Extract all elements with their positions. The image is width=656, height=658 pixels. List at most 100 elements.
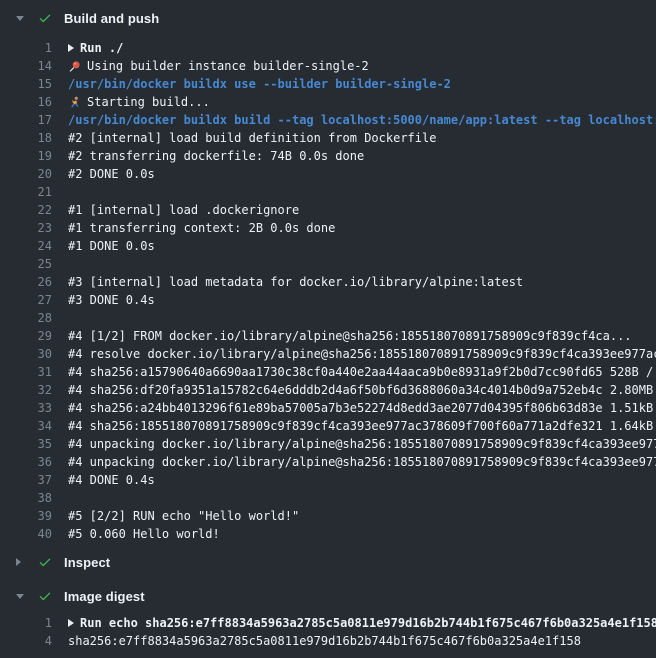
line-number[interactable]: 30 bbox=[0, 345, 52, 363]
line-content bbox=[52, 255, 656, 273]
line-text: #4 unpacking docker.io/library/alpine@sh… bbox=[68, 453, 656, 471]
line-number[interactable]: 36 bbox=[0, 453, 52, 471]
line-content: #3 [internal] load metadata for docker.i… bbox=[52, 273, 656, 291]
line-text: Starting build... bbox=[87, 93, 210, 111]
line-text: #4 sha256:a24bb4013296f61e89ba57005a7b3e… bbox=[68, 399, 656, 417]
step-title: Image digest bbox=[64, 589, 145, 604]
line-content: #3 DONE 0.4s bbox=[52, 291, 656, 309]
line-text: #1 DONE 0.0s bbox=[68, 237, 155, 255]
step-header-inspect[interactable]: Inspect bbox=[0, 552, 656, 572]
expand-group-icon[interactable] bbox=[68, 619, 74, 627]
line-text: #2 [internal] load build definition from… bbox=[68, 129, 436, 147]
line-text: Run ./ bbox=[80, 39, 123, 57]
line-content: #4 sha256:a24bb4013296f61e89ba57005a7b3e… bbox=[52, 399, 656, 417]
line-content: #1 transferring context: 2B 0.0s done bbox=[52, 219, 656, 237]
line-text: #4 unpacking docker.io/library/alpine@sh… bbox=[68, 435, 656, 453]
log-line: 26 #3 [internal] load metadata for docker… bbox=[0, 273, 656, 291]
line-content: #1 [internal] load .dockerignore bbox=[52, 201, 656, 219]
line-number[interactable]: 14 bbox=[0, 57, 52, 75]
line-text: #3 [internal] load metadata for docker.i… bbox=[68, 273, 523, 291]
step-title: Build and push bbox=[64, 11, 159, 26]
log-line: 16 Starting build... bbox=[0, 93, 656, 111]
step-header-build-and-push[interactable]: Build and push bbox=[0, 8, 656, 28]
line-number[interactable]: 28 bbox=[0, 309, 52, 327]
line-content bbox=[52, 183, 656, 201]
line-number[interactable]: 17 bbox=[0, 111, 52, 129]
step-title: Inspect bbox=[64, 555, 110, 570]
line-number[interactable]: 34 bbox=[0, 417, 52, 435]
line-text: #5 [2/2] RUN echo "Hello world!" bbox=[68, 507, 299, 525]
line-number[interactable]: 38 bbox=[0, 489, 52, 507]
line-content[interactable]: Run echo sha256:e7ff8834a5963a2785c5a081… bbox=[52, 614, 656, 632]
line-text: #4 resolve docker.io/library/alpine@sha2… bbox=[68, 345, 656, 363]
line-number[interactable]: 24 bbox=[0, 237, 52, 255]
line-number[interactable]: 23 bbox=[0, 219, 52, 237]
check-success-icon bbox=[38, 555, 52, 569]
line-content: #4 unpacking docker.io/library/alpine@sh… bbox=[52, 453, 656, 471]
log-line: 34#4 sha256:185518070891758909c9f839cf4c… bbox=[0, 417, 656, 435]
line-number[interactable]: 26 bbox=[0, 273, 52, 291]
log-line: 22#1 [internal] load .dockerignore bbox=[0, 201, 656, 219]
log-line: 23#1 transferring context: 2B 0.0s done bbox=[0, 219, 656, 237]
chevron-right-icon bbox=[16, 558, 26, 566]
log-line: 19 #2 transferring dockerfile: 74B 0.0s d… bbox=[0, 147, 656, 165]
log-build-and-push: 1 Run ./ 14 Using builder instance builder-… bbox=[0, 39, 656, 543]
line-content: #4 sha256:df20fa9351a15782c64e6dddb2d4a6… bbox=[52, 381, 656, 399]
line-content: #2 DONE 0.0s bbox=[52, 165, 656, 183]
chevron-down-icon bbox=[16, 594, 26, 599]
line-number[interactable]: 1 bbox=[0, 614, 52, 632]
line-content: #4 sha256:185518070891758909c9f839cf4ca3… bbox=[52, 417, 656, 435]
line-text: /usr/bin/docker buildx build --tag local… bbox=[68, 111, 656, 129]
line-text: #4 DONE 0.4s bbox=[68, 471, 155, 489]
log-line: 28 bbox=[0, 309, 656, 327]
line-number[interactable]: 18 bbox=[0, 129, 52, 147]
log-line: 38 bbox=[0, 489, 656, 507]
log-line: 37 #4 DONE 0.4s bbox=[0, 471, 656, 489]
line-text: /usr/bin/docker buildx use --builder bui… bbox=[68, 75, 451, 93]
line-number[interactable]: 29 bbox=[0, 327, 52, 345]
line-number[interactable]: 31 bbox=[0, 363, 52, 381]
line-text: #4 sha256:a15790640a6690aa1730c38cf0a440… bbox=[68, 363, 656, 381]
line-content: #2 transferring dockerfile: 74B 0.0s don… bbox=[52, 147, 656, 165]
line-text: #3 DONE 0.4s bbox=[68, 291, 155, 309]
line-number[interactable]: 15 bbox=[0, 75, 52, 93]
line-text: #2 transferring dockerfile: 74B 0.0s don… bbox=[68, 147, 364, 165]
log-line: 25 bbox=[0, 255, 656, 273]
line-content: #4 sha256:a15790640a6690aa1730c38cf0a440… bbox=[52, 363, 656, 381]
line-content: sha256:e7ff8834a5963a2785c5a0811e979d16b… bbox=[52, 632, 656, 650]
expand-group-icon[interactable] bbox=[68, 44, 74, 52]
line-number[interactable]: 19 bbox=[0, 147, 52, 165]
log-line: 27 #3 DONE 0.4s bbox=[0, 291, 656, 309]
line-content: /usr/bin/docker buildx build --tag local… bbox=[52, 111, 656, 129]
line-number[interactable]: 39 bbox=[0, 507, 52, 525]
line-number[interactable]: 27 bbox=[0, 291, 52, 309]
log-line: 1Run echo sha256:e7ff8834a5963a2785c5a08… bbox=[0, 614, 656, 632]
line-number[interactable]: 1 bbox=[0, 39, 52, 57]
line-text: sha256:e7ff8834a5963a2785c5a0811e979d16b… bbox=[68, 632, 581, 650]
line-content: #2 [internal] load build definition from… bbox=[52, 129, 656, 147]
step-header-image-digest[interactable]: Image digest bbox=[0, 586, 656, 606]
line-number[interactable]: 16 bbox=[0, 93, 52, 111]
line-number[interactable]: 25 bbox=[0, 255, 52, 273]
line-content[interactable]: Run ./ bbox=[52, 39, 656, 57]
line-content: #5 0.060 Hello world! bbox=[52, 525, 656, 543]
line-number[interactable]: 37 bbox=[0, 471, 52, 489]
workflow-log-viewer: Build and push 1Run ./14Using builder in… bbox=[0, 0, 656, 650]
line-text: Using builder instance builder-single-2 bbox=[87, 57, 369, 75]
line-number[interactable]: 32 bbox=[0, 381, 52, 399]
line-number[interactable]: 4 bbox=[0, 632, 52, 650]
line-number[interactable]: 20 bbox=[0, 165, 52, 183]
runner-icon bbox=[68, 96, 81, 109]
line-number[interactable]: 35 bbox=[0, 435, 52, 453]
line-content: Starting build... bbox=[52, 93, 656, 111]
pushpin-icon bbox=[68, 60, 81, 73]
line-number[interactable]: 21 bbox=[0, 183, 52, 201]
log-line: 31 #4 sha256:a15790640a6690aa1730c38cf0a4… bbox=[0, 363, 656, 381]
log-line: 29#4 [1/2] FROM docker.io/library/alpine… bbox=[0, 327, 656, 345]
line-number[interactable]: 33 bbox=[0, 399, 52, 417]
log-line: 21 bbox=[0, 183, 656, 201]
log-line: 40#5 0.060 Hello world! bbox=[0, 525, 656, 543]
log-line: 30 #4 resolve docker.io/library/alpine@sh… bbox=[0, 345, 656, 363]
line-number[interactable]: 40 bbox=[0, 525, 52, 543]
line-number[interactable]: 22 bbox=[0, 201, 52, 219]
